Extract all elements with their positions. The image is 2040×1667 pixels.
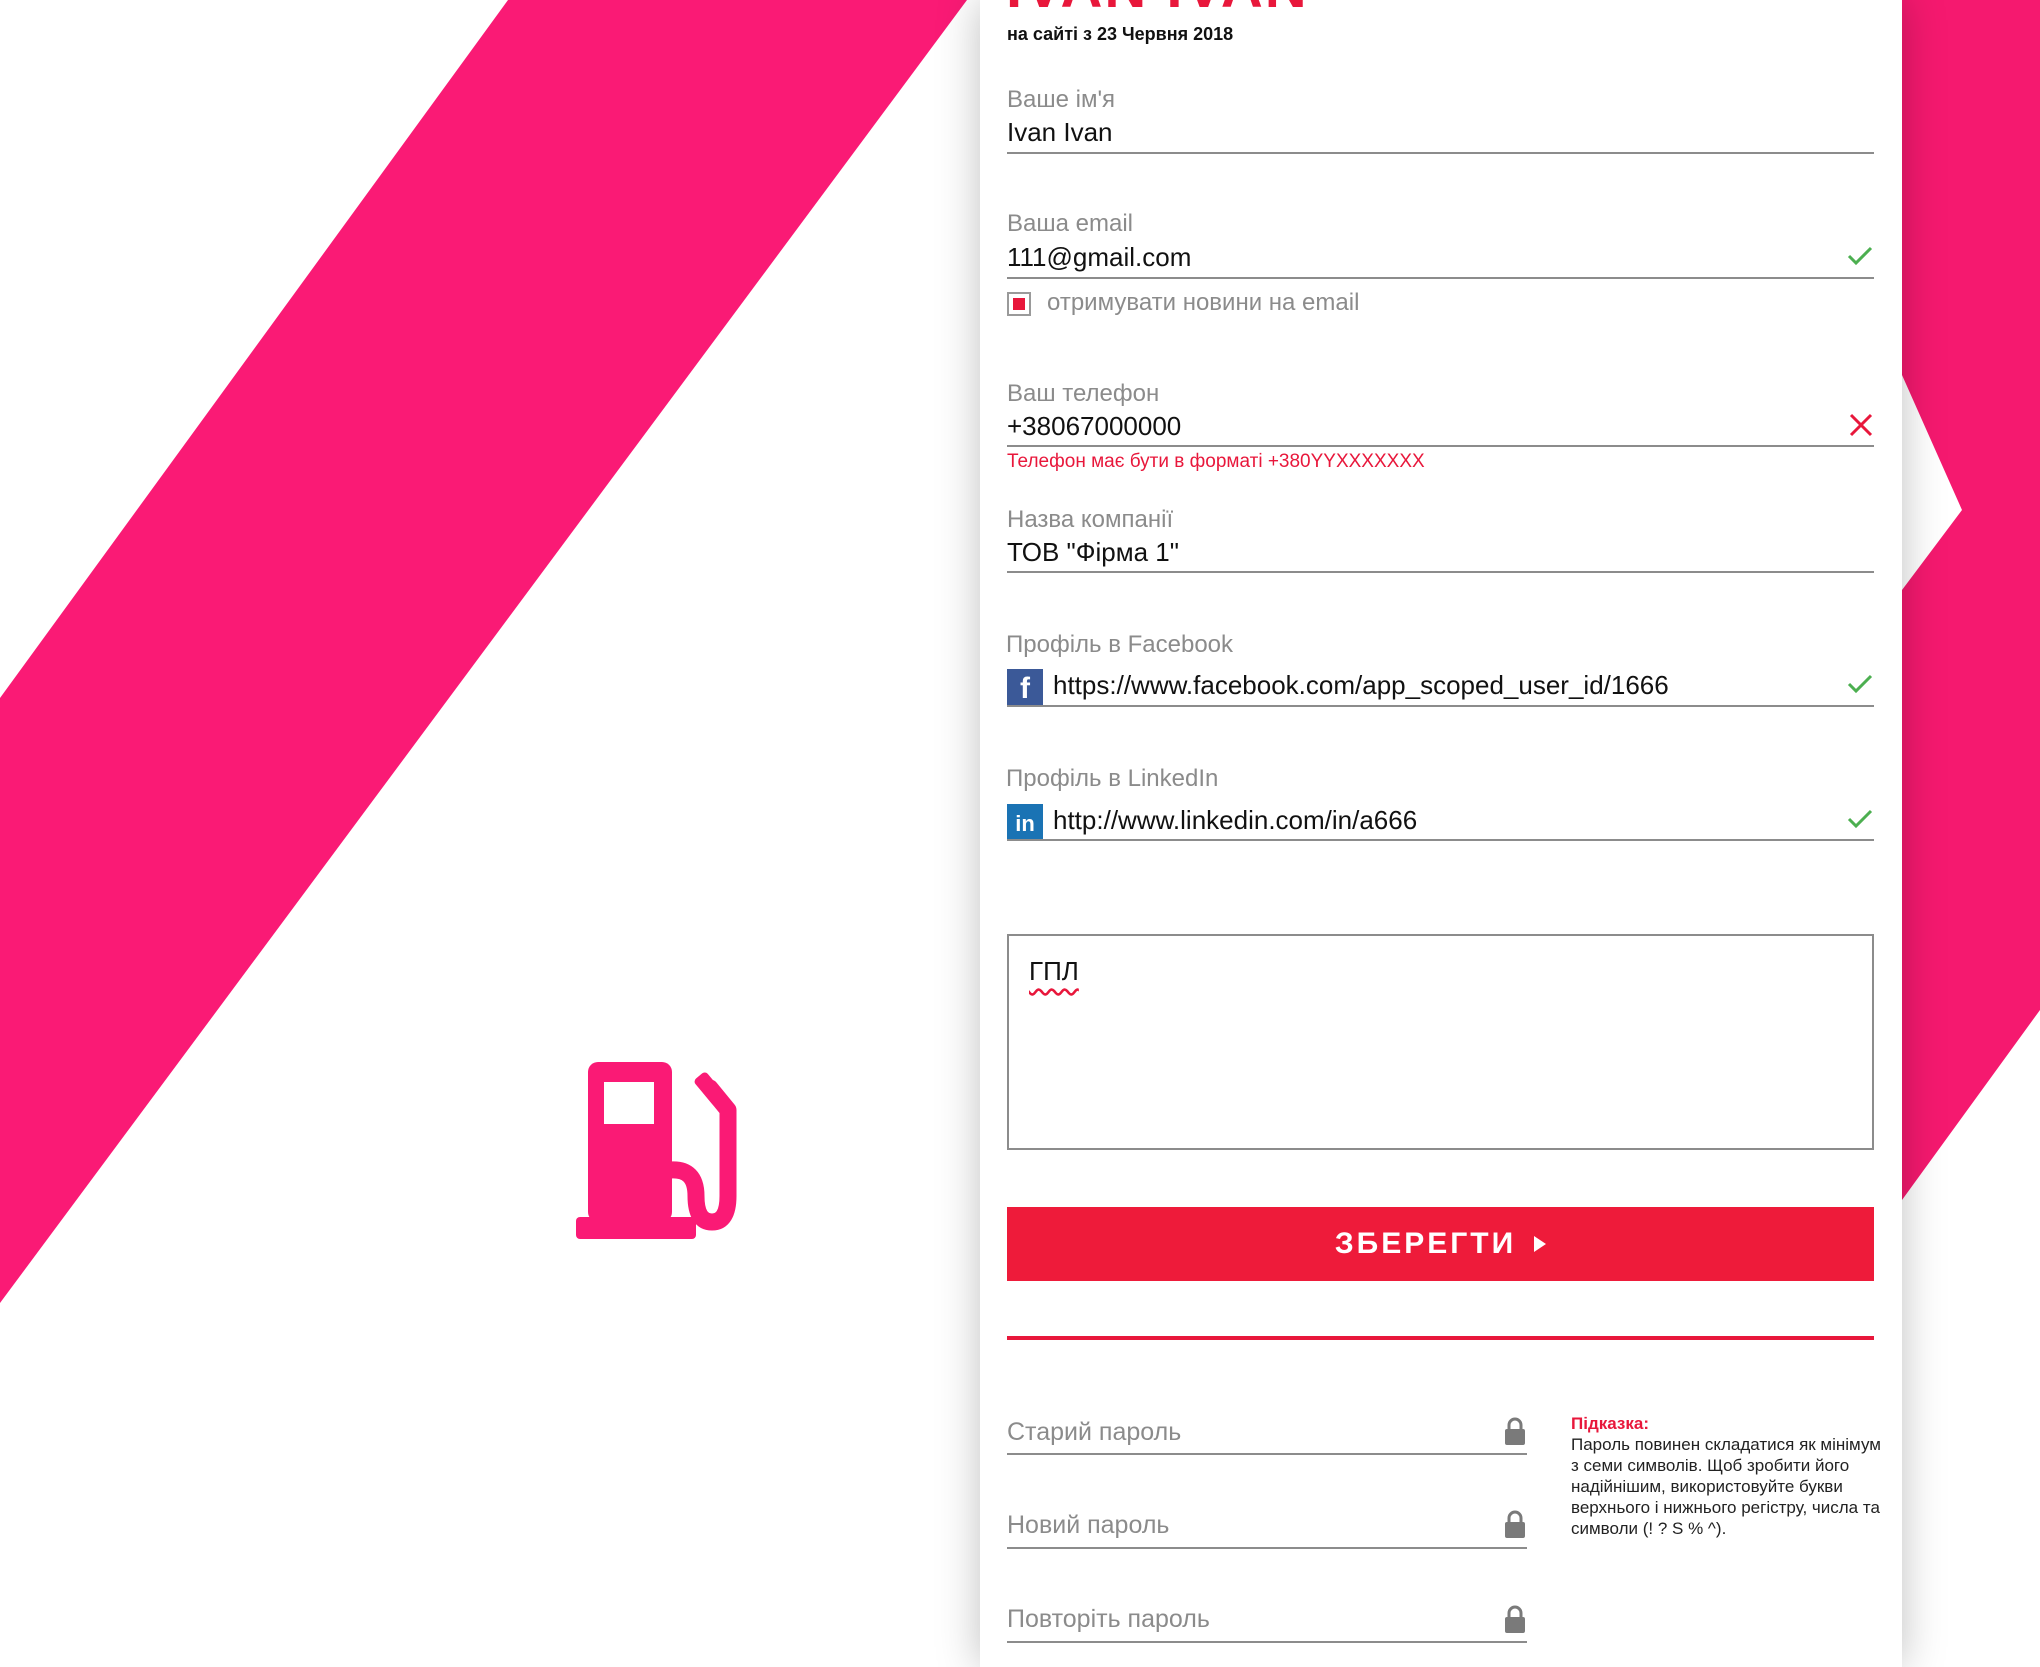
- new-password-underline: [1007, 1547, 1527, 1549]
- notes-textarea[interactable]: ГПЛ: [1007, 934, 1874, 1150]
- profile-name-heading: IVAN IVAN: [1006, 0, 1309, 21]
- name-input[interactable]: Ivan Ivan: [1007, 117, 1113, 148]
- fuel-pump-icon: [576, 1062, 737, 1239]
- repeat-password-underline: [1007, 1641, 1527, 1643]
- email-valid-check-icon: [1847, 246, 1873, 266]
- play-arrow-icon: [1534, 1236, 1547, 1252]
- newsletter-label[interactable]: отримувати новини на email: [1047, 289, 1359, 317]
- section-divider: [1007, 1336, 1874, 1340]
- notes-textarea-value: ГПЛ: [1029, 956, 1079, 986]
- email-input[interactable]: 111@gmail.com: [1007, 242, 1191, 273]
- password-hint-title: Підказка:: [1571, 1414, 1649, 1433]
- linkedin-input[interactable]: http://www.linkedin.com/in/a666: [1053, 805, 1417, 836]
- facebook-label: Профіль в Facebook: [1006, 631, 1234, 658]
- linkedin-valid-check-icon: [1847, 809, 1873, 829]
- lock-icon: [1505, 1417, 1525, 1445]
- company-underline: [1007, 571, 1874, 573]
- facebook-input[interactable]: https://www.facebook.com/app_scoped_user…: [1053, 670, 1669, 701]
- facebook-icon: f: [1007, 669, 1043, 705]
- linkedin-icon: in: [1007, 804, 1043, 840]
- new-password-input[interactable]: Новий пароль: [1007, 1511, 1169, 1540]
- company-input[interactable]: ТОВ "Фірма 1": [1007, 537, 1179, 568]
- lock-icon: [1505, 1510, 1525, 1538]
- member-since-text: на сайті з 23 Червня 2018: [1007, 24, 1234, 44]
- lock-icon: [1505, 1605, 1525, 1633]
- company-label: Назва компанії: [1007, 506, 1174, 533]
- save-button-label: ЗБЕРЕГТИ: [1334, 1227, 1517, 1260]
- old-password-underline: [1007, 1453, 1527, 1455]
- phone-underline: [1007, 445, 1874, 447]
- name-label: Ваше ім'я: [1007, 86, 1116, 113]
- linkedin-underline: [1007, 839, 1874, 841]
- phone-error-message: Телефон має бути в форматі +380YYXXXXXXX: [1007, 451, 1425, 472]
- facebook-underline: [1007, 705, 1874, 707]
- pink-chevron-shape: [1902, 0, 2040, 1200]
- email-label: Ваша email: [1007, 210, 1133, 237]
- facebook-valid-check-icon: [1847, 674, 1873, 694]
- phone-label: Ваш телефон: [1007, 380, 1160, 407]
- old-password-input[interactable]: Старий пароль: [1007, 1418, 1181, 1447]
- phone-invalid-x-icon: [1849, 413, 1873, 437]
- phone-input[interactable]: +38067000000: [1007, 411, 1181, 442]
- password-hint-text: Пароль повинен складатися як мінімум з с…: [1571, 1435, 1881, 1538]
- repeat-password-input[interactable]: Повторіть пароль: [1007, 1605, 1210, 1634]
- email-underline: [1007, 277, 1874, 279]
- name-underline: [1007, 152, 1874, 154]
- pink-diagonal-stripe: [0, 0, 967, 1303]
- linkedin-label: Профіль в LinkedIn: [1006, 765, 1219, 792]
- save-button[interactable]: ЗБЕРЕГТИ: [1007, 1207, 1874, 1281]
- newsletter-checkbox[interactable]: [1007, 292, 1031, 316]
